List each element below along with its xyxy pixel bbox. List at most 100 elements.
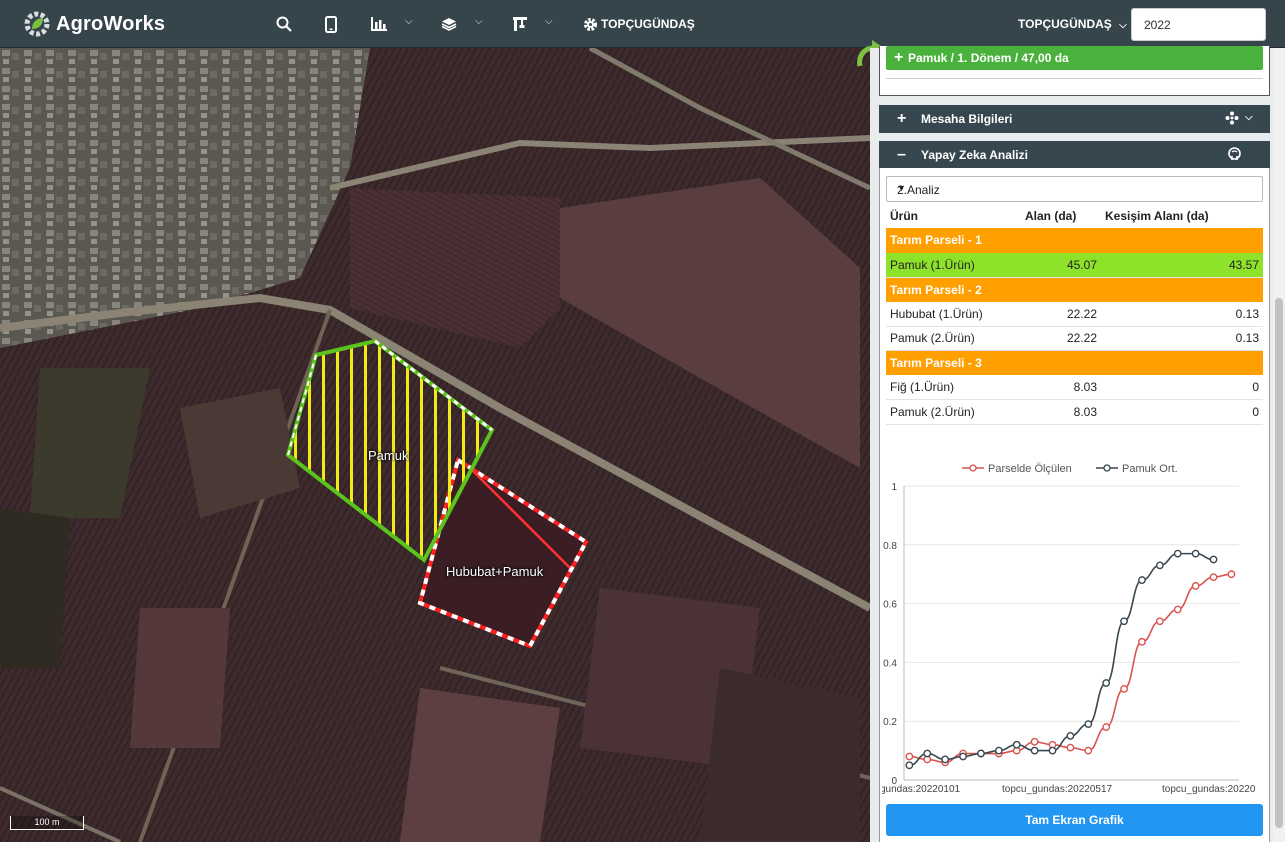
y-tick-label: 0.6	[883, 600, 897, 611]
minus-icon: –	[897, 146, 906, 163]
parcel-label-cotton: Pamuk	[368, 448, 409, 463]
chevron-down-icon[interactable]: ⌵	[475, 16, 483, 27]
group-title: Tarım Parseli - 2	[886, 277, 1263, 302]
ndvi-chart[interactable]: 0 0.2 0.4 0.6 0.8 1 gundas:20220101 topcu_gunda…	[880, 456, 1267, 802]
plus-icon: +	[897, 110, 907, 127]
farm-dropdown-label: TOPÇUGÜNDAŞ	[1018, 17, 1112, 31]
data-point	[923, 749, 932, 758]
y-tick-label: 0.4	[883, 658, 897, 669]
scrollbar-thumb[interactable]	[1275, 298, 1283, 828]
map-scale-bar: 100 m	[10, 816, 84, 830]
data-point	[1155, 561, 1164, 570]
data-point	[941, 755, 950, 764]
x-tick-label: topcu_gundas:20220	[1162, 784, 1256, 795]
pinwheel-icon[interactable]	[1225, 111, 1239, 128]
area-cell: 8.03	[1021, 375, 1101, 400]
series-line	[909, 552, 1214, 767]
group-row: Tarım Parseli - 1	[886, 228, 1263, 253]
data-point	[1138, 576, 1146, 584]
y-tick-label: 0.8	[883, 541, 897, 552]
data-point	[1084, 746, 1093, 755]
data-point	[994, 746, 1003, 755]
crop-cell: Hububat (1.Ürün)	[886, 301, 1021, 327]
mobile-icon[interactable]	[325, 14, 337, 34]
data-point	[1209, 555, 1218, 564]
chart-svg[interactable]: 00.20.40.60.81gundas:20220101 topcu_gunda…	[880, 456, 1267, 802]
year-select[interactable]: 2022 ⌵	[1131, 8, 1266, 41]
data-point	[1227, 570, 1236, 579]
area-cell: 8.03	[1021, 399, 1101, 425]
data-point	[1030, 737, 1039, 746]
data-point	[905, 761, 914, 770]
plus-icon: +	[894, 49, 904, 66]
intersect-cell: 0	[1101, 399, 1263, 425]
search-icon[interactable]	[276, 14, 292, 34]
data-point	[1173, 549, 1182, 558]
tools-icon[interactable]	[512, 14, 528, 34]
crop-season-label: Pamuk / 1. Dönem / 47,00 da	[908, 51, 1069, 65]
bar-chart-icon[interactable]	[371, 14, 387, 34]
group-title: Tarım Parseli - 3	[886, 350, 1263, 375]
crop-cell: Fiğ (1.Ürün)	[886, 375, 1021, 400]
measurement-section-title: Mesaha Bilgileri	[921, 112, 1013, 126]
crop-card: + Pamuk / 1. Dönem / 47,00 da	[879, 46, 1270, 96]
crop-season-button[interactable]: + Pamuk / 1. Dönem / 47,00 da	[886, 46, 1263, 70]
analysis-select[interactable]: 2.Analiz ▼	[886, 176, 1263, 202]
column-header: Ürün	[890, 209, 918, 223]
right-panel: + Pamuk / 1. Dönem / 47,00 da + Mesaha B…	[870, 46, 1285, 842]
table-row[interactable]: Pamuk (2.Ürün) 8.03 0	[886, 399, 1263, 425]
crop-cell: Pamuk (2.Ürün)	[886, 326, 1021, 351]
ai-analysis-section-header[interactable]: – Yapay Zeka Analizi	[879, 141, 1270, 169]
data-point	[1173, 605, 1182, 614]
satellite-map[interactable]: Pamuk Hububat+Pamuk 100 m	[0, 48, 870, 842]
full-screen-chart-button[interactable]: Tam Ekran Grafik	[886, 804, 1263, 836]
legend-marker	[969, 464, 977, 472]
data-point	[1209, 573, 1218, 582]
group-title: Tarım Parseli - 1	[886, 228, 1263, 253]
chevron-down-icon[interactable]: ⌵	[545, 16, 553, 27]
data-point	[1191, 582, 1200, 590]
data-point	[1030, 746, 1039, 755]
area-cell: 22.22	[1021, 301, 1101, 327]
data-point	[977, 749, 985, 758]
table-header-row: Ürün Alan (da) Kesişim Alanı (da)	[886, 204, 1263, 228]
gear-icon[interactable]	[583, 14, 598, 34]
column-header: Kesişim Alanı (da)	[1105, 209, 1209, 223]
area-cell: 22.22	[1021, 326, 1101, 351]
chevron-down-icon[interactable]: ⌵	[405, 16, 413, 27]
x-tick-label: gundas:20220101	[882, 784, 961, 795]
divider	[886, 78, 1263, 79]
ai-analysis-body: 2.Analiz ▼ Ürün Alan (da) Kesişim Alanı …	[879, 168, 1270, 842]
layers-icon[interactable]	[441, 14, 457, 34]
data-point	[1084, 720, 1093, 729]
column-header: Alan (da)	[1025, 209, 1077, 223]
legend-label: Pamuk Ort.	[1122, 463, 1178, 475]
table-row[interactable]: Hububat (1.Ürün) 22.22 0.13	[886, 301, 1263, 327]
farm-settings-link[interactable]: TOPÇUGÜNDAŞ	[601, 17, 695, 31]
intersect-cell: 0	[1101, 375, 1263, 400]
chevron-down-icon[interactable]: ⌵	[1245, 112, 1253, 123]
analysis-table: Ürün Alan (da) Kesişim Alanı (da) Tarım …	[886, 204, 1263, 425]
data-point	[1066, 731, 1075, 740]
chevron-down-icon: ⌵	[1119, 20, 1127, 31]
y-tick-label: 1	[891, 482, 897, 493]
data-point	[1048, 746, 1057, 755]
crop-cell: Pamuk (2.Ürün)	[886, 399, 1021, 425]
table-row[interactable]: Pamuk (2.Ürün) 22.22 0.13	[886, 326, 1263, 351]
chevron-down-icon: ⌵	[1144, 18, 1152, 29]
table-row[interactable]: Fiğ (1.Ürün) 8.03 0	[886, 375, 1263, 400]
data-point	[1012, 740, 1021, 749]
data-point	[959, 752, 967, 761]
group-row: Tarım Parseli - 2	[886, 277, 1263, 302]
map-canvas[interactable]	[0, 48, 870, 842]
parcel-label-grain-cotton: Hububat+Pamuk	[446, 564, 544, 579]
panel-scrollbar[interactable]	[1273, 48, 1285, 842]
area-cell: 45.07	[1021, 252, 1101, 278]
table-row[interactable]: Pamuk (1.Ürün) 45.07 43.57	[886, 252, 1263, 278]
logo[interactable]: AgroWorks	[22, 9, 165, 39]
brain-icon[interactable]	[1227, 147, 1242, 165]
farm-dropdown[interactable]: TOPÇUGÜNDAŞ ⌵	[1018, 17, 1127, 31]
intersect-cell: 43.57	[1101, 252, 1263, 278]
measurement-section-header[interactable]: + Mesaha Bilgileri ⌵	[879, 105, 1270, 133]
data-point	[1066, 743, 1075, 752]
